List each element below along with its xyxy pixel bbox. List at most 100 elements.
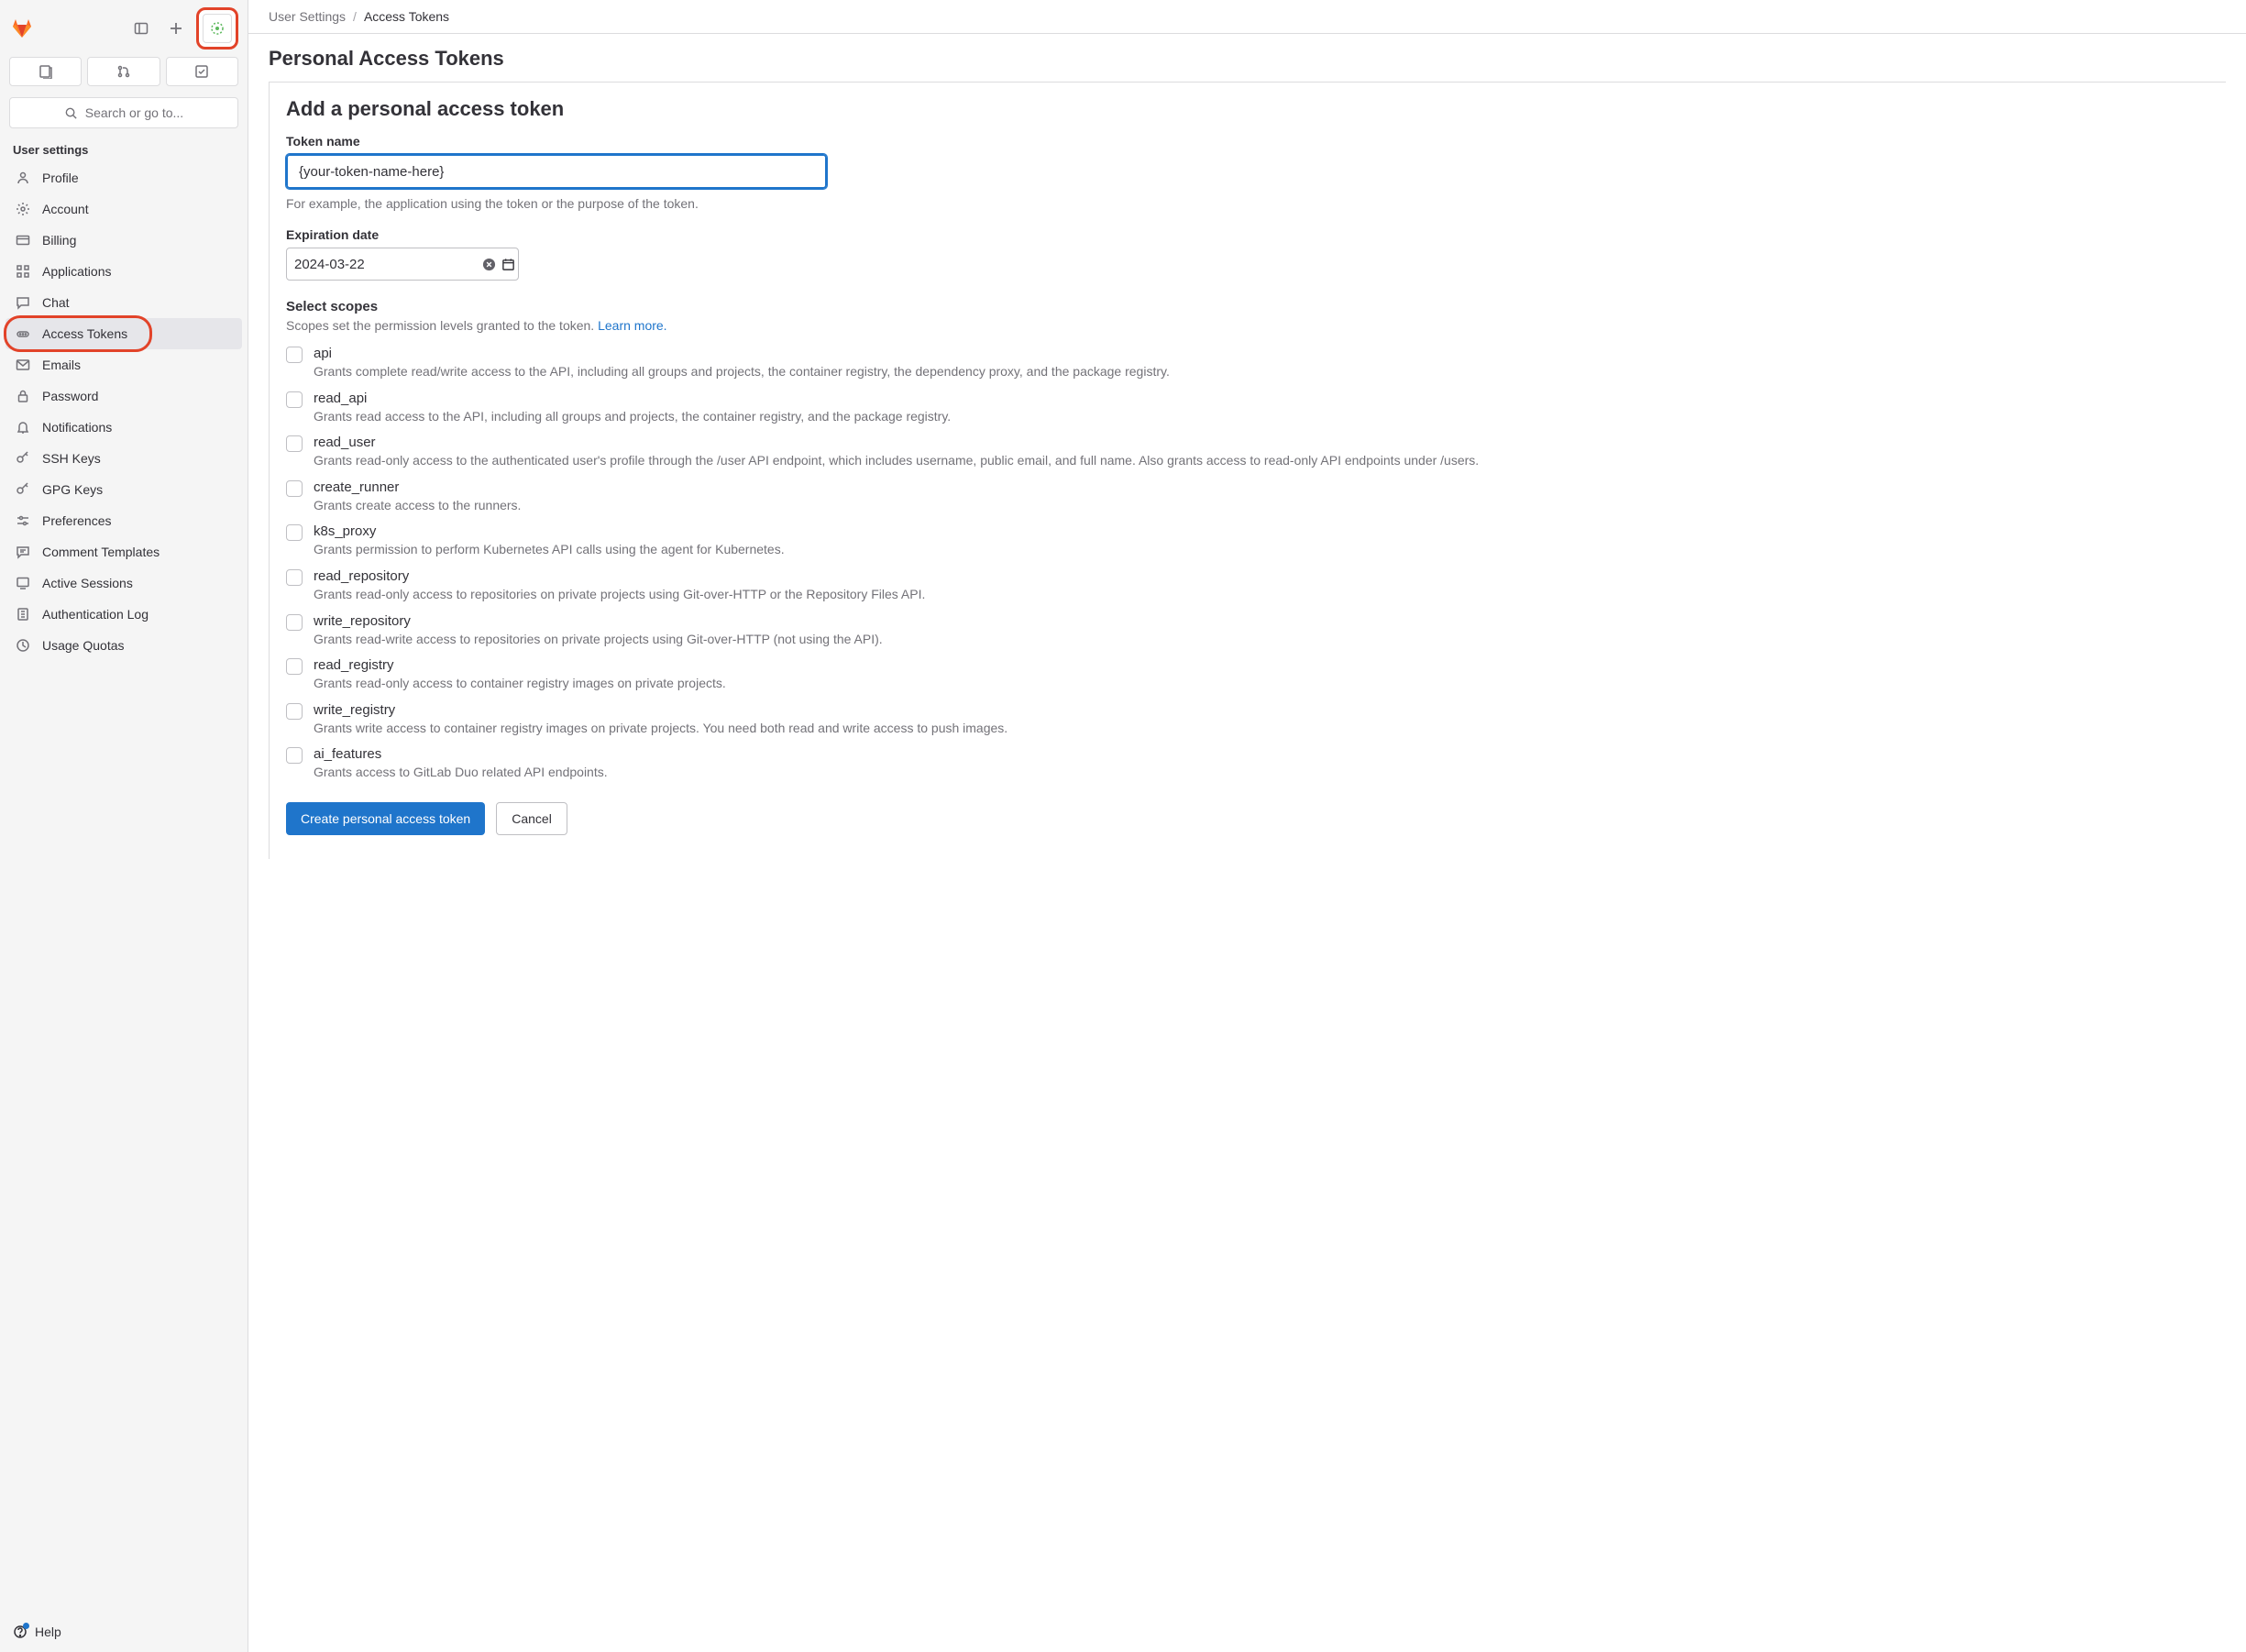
calendar-icon[interactable]	[501, 256, 515, 272]
token-icon	[15, 325, 31, 342]
scope-checkbox-write_registry[interactable]	[286, 703, 303, 720]
scope-item-k8s_proxy: k8s_proxy Grants permission to perform K…	[286, 523, 2209, 559]
sidebar-item-ssh-keys[interactable]: SSH Keys	[6, 443, 242, 474]
breadcrumb: User Settings / Access Tokens	[248, 0, 2246, 34]
scopes-help: Scopes set the permission levels granted…	[286, 318, 2209, 333]
scope-checkbox-create_runner[interactable]	[286, 480, 303, 497]
learn-more-link[interactable]: Learn more.	[598, 318, 666, 333]
cancel-button[interactable]: Cancel	[496, 802, 567, 835]
sidebar-item-active-sessions[interactable]: Active Sessions	[6, 567, 242, 599]
expiration-field[interactable]	[286, 248, 519, 281]
expiration-input[interactable]	[294, 257, 477, 272]
sidebar-item-access-tokens[interactable]: Access Tokens	[6, 318, 242, 349]
template-icon	[15, 544, 31, 560]
sidebar-item-comment-templates[interactable]: Comment Templates	[6, 536, 242, 567]
scope-name: api	[314, 346, 2209, 361]
scope-desc: Grants read-only access to the authentic…	[314, 452, 2209, 470]
scopes-title: Select scopes	[286, 299, 2209, 314]
scope-checkbox-k8s_proxy[interactable]	[286, 524, 303, 541]
scope-list: api Grants complete read/write access to…	[286, 346, 2209, 782]
monitor-icon	[15, 575, 31, 591]
add-token-panel: Add a personal access token Token name F…	[269, 82, 2226, 859]
sidebar-collapse-icon[interactable]	[127, 14, 156, 43]
sidebar-item-chat[interactable]: Chat	[6, 287, 242, 318]
scope-item-create_runner: create_runner Grants create access to th…	[286, 479, 2209, 515]
scope-checkbox-read_repository[interactable]	[286, 569, 303, 586]
search-icon	[64, 106, 78, 120]
search-input[interactable]: Search or go to...	[9, 97, 238, 128]
sidebar-item-billing[interactable]: Billing	[6, 225, 242, 256]
scope-checkbox-ai_features[interactable]	[286, 747, 303, 764]
token-name-label: Token name	[286, 134, 2209, 149]
sidebar-item-notifications[interactable]: Notifications	[6, 412, 242, 443]
main-content: User Settings / Access Tokens Personal A…	[248, 0, 2246, 1652]
breadcrumb-parent[interactable]: User Settings	[269, 9, 346, 24]
token-name-field[interactable]	[286, 154, 827, 189]
merge-requests-button[interactable]	[87, 57, 160, 86]
quota-icon	[15, 637, 31, 654]
sidebar-item-preferences[interactable]: Preferences	[6, 505, 242, 536]
plus-icon[interactable]	[161, 14, 191, 43]
token-name-help: For example, the application using the t…	[286, 196, 2209, 211]
scope-item-read_repository: read_repository Grants read-only access …	[286, 568, 2209, 604]
sidebar-top	[0, 0, 248, 57]
scope-name: write_repository	[314, 613, 2209, 629]
scope-item-ai_features: ai_features Grants access to GitLab Duo …	[286, 746, 2209, 782]
create-token-button[interactable]: Create personal access token	[286, 802, 485, 835]
expiration-label: Expiration date	[286, 227, 2209, 242]
gitlab-logo[interactable]	[9, 16, 35, 41]
scope-checkbox-read_api[interactable]	[286, 391, 303, 408]
bell-icon	[15, 419, 31, 435]
sidebar-item-password[interactable]: Password	[6, 380, 242, 412]
scope-checkbox-read_user[interactable]	[286, 435, 303, 452]
clear-date-icon[interactable]	[482, 256, 496, 272]
apps-icon	[15, 263, 31, 280]
scope-name: create_runner	[314, 479, 2209, 495]
key-icon	[15, 481, 31, 498]
scope-desc: Grants access to GitLab Duo related API …	[314, 764, 2209, 782]
scope-item-write_registry: write_registry Grants write access to co…	[286, 702, 2209, 738]
quick-action-buttons	[0, 57, 248, 94]
breadcrumb-separator: /	[353, 9, 357, 24]
scope-desc: Grants create access to the runners.	[314, 497, 2209, 515]
sidebar-item-account[interactable]: Account	[6, 193, 242, 225]
scope-desc: Grants read access to the API, including…	[314, 408, 2209, 426]
page-title: Personal Access Tokens	[248, 34, 2246, 82]
scope-item-read_user: read_user Grants read-only access to the…	[286, 435, 2209, 470]
scope-item-read_registry: read_registry Grants read-only access to…	[286, 657, 2209, 693]
mail-icon	[15, 357, 31, 373]
todos-button[interactable]	[166, 57, 238, 86]
scope-desc: Grants complete read/write access to the…	[314, 363, 2209, 381]
help-link[interactable]: Help	[0, 1615, 248, 1652]
sidebar-item-gpg-keys[interactable]: GPG Keys	[6, 474, 242, 505]
scope-checkbox-read_registry[interactable]	[286, 658, 303, 675]
scope-item-write_repository: write_repository Grants read-write acces…	[286, 613, 2209, 649]
scope-desc: Grants read-only access to container reg…	[314, 675, 2209, 693]
sidebar-item-profile[interactable]: Profile	[6, 162, 242, 193]
scope-item-read_api: read_api Grants read access to the API, …	[286, 391, 2209, 426]
scope-checkbox-api[interactable]	[286, 347, 303, 363]
sidebar-item-applications[interactable]: Applications	[6, 256, 242, 287]
sidebar-item-usage-quotas[interactable]: Usage Quotas	[6, 630, 242, 661]
sidebar-item-authentication-log[interactable]: Authentication Log	[6, 599, 242, 630]
scope-desc: Grants write access to container registr…	[314, 720, 2209, 738]
search-placeholder: Search or go to...	[85, 105, 183, 120]
scope-name: read_user	[314, 435, 2209, 450]
breadcrumb-current: Access Tokens	[364, 9, 449, 24]
framework-icon-highlight[interactable]	[196, 7, 238, 50]
sliders-icon	[15, 512, 31, 529]
sidebar-nav: Profile Account Billing Applications Cha…	[0, 162, 248, 661]
issues-button[interactable]	[9, 57, 82, 86]
sidebar-item-emails[interactable]: Emails	[6, 349, 242, 380]
scope-checkbox-write_repository[interactable]	[286, 614, 303, 631]
profile-icon	[15, 170, 31, 186]
credit-card-icon	[15, 232, 31, 248]
comment-icon	[15, 294, 31, 311]
key-icon	[15, 450, 31, 467]
scope-name: read_registry	[314, 657, 2209, 673]
scope-name: write_registry	[314, 702, 2209, 718]
scope-item-api: api Grants complete read/write access to…	[286, 346, 2209, 381]
sidebar: Search or go to... User settings Profile…	[0, 0, 248, 1652]
scope-desc: Grants read-only access to repositories …	[314, 586, 2209, 604]
scope-name: read_api	[314, 391, 2209, 406]
